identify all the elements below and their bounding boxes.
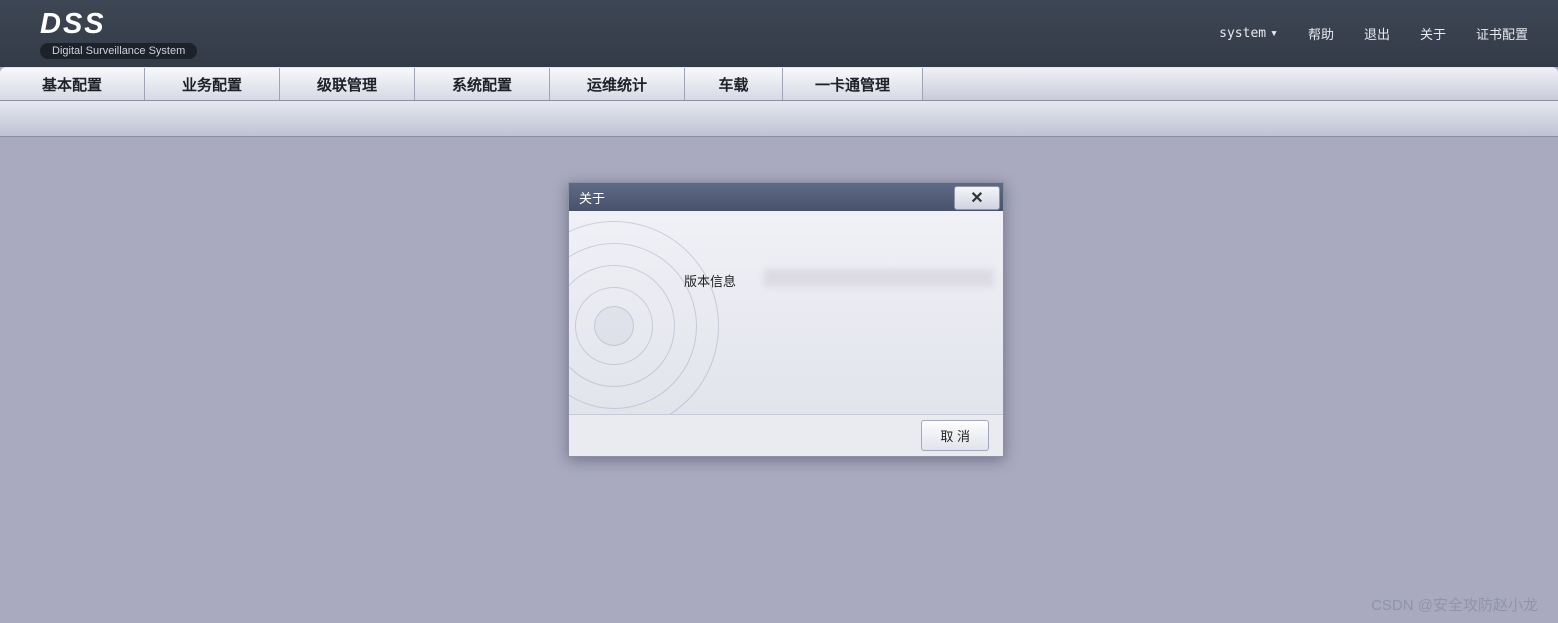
dialog-body: 版本信息 — [569, 211, 1003, 414]
dialog-header[interactable]: 关于 ✕ — [569, 183, 1003, 211]
logo-area: DSS Digital Surveillance System — [40, 8, 197, 59]
version-value-redacted — [764, 269, 994, 287]
dialog-title: 关于 — [579, 188, 605, 207]
user-name: system — [1219, 26, 1266, 41]
help-link[interactable]: 帮助 — [1308, 24, 1334, 43]
cancel-button[interactable]: 取 消 — [921, 420, 989, 451]
tab-vehicle[interactable]: 车载 — [685, 68, 783, 100]
about-dialog: 关于 ✕ 版本信息 取 消 — [568, 182, 1004, 457]
about-link[interactable]: 关于 — [1420, 24, 1446, 43]
logo-title: DSS — [40, 8, 197, 41]
user-menu[interactable]: system ▾ — [1219, 26, 1278, 41]
logout-link[interactable]: 退出 — [1364, 24, 1390, 43]
main-tabs: 基本配置 业务配置 级联管理 系统配置 运维统计 车载 一卡通管理 — [0, 67, 1558, 101]
top-links: system ▾ 帮助 退出 关于 证书配置 — [1219, 24, 1528, 43]
tab-basic-config[interactable]: 基本配置 — [0, 68, 145, 100]
tab-card-manage[interactable]: 一卡通管理 — [783, 68, 923, 100]
version-label: 版本信息 — [684, 271, 736, 290]
caret-down-icon: ▾ — [1270, 26, 1278, 41]
tab-om-stats[interactable]: 运维统计 — [550, 68, 685, 100]
tab-cascade-manage[interactable]: 级联管理 — [280, 68, 415, 100]
logo-subtitle: Digital Surveillance System — [40, 43, 197, 59]
close-icon: ✕ — [970, 188, 983, 208]
dialog-footer: 取 消 — [569, 414, 1003, 456]
cert-config-link[interactable]: 证书配置 — [1476, 24, 1528, 43]
dialog-close-button[interactable]: ✕ — [954, 186, 1000, 210]
tab-system-config[interactable]: 系统配置 — [415, 68, 550, 100]
lens-decoration-icon — [569, 221, 719, 414]
tab-business-config[interactable]: 业务配置 — [145, 68, 280, 100]
csdn-watermark: CSDN @安全攻防赵小龙 — [1371, 594, 1538, 615]
sub-toolbar — [0, 101, 1558, 137]
app-header: DSS Digital Surveillance System system ▾… — [0, 0, 1558, 67]
